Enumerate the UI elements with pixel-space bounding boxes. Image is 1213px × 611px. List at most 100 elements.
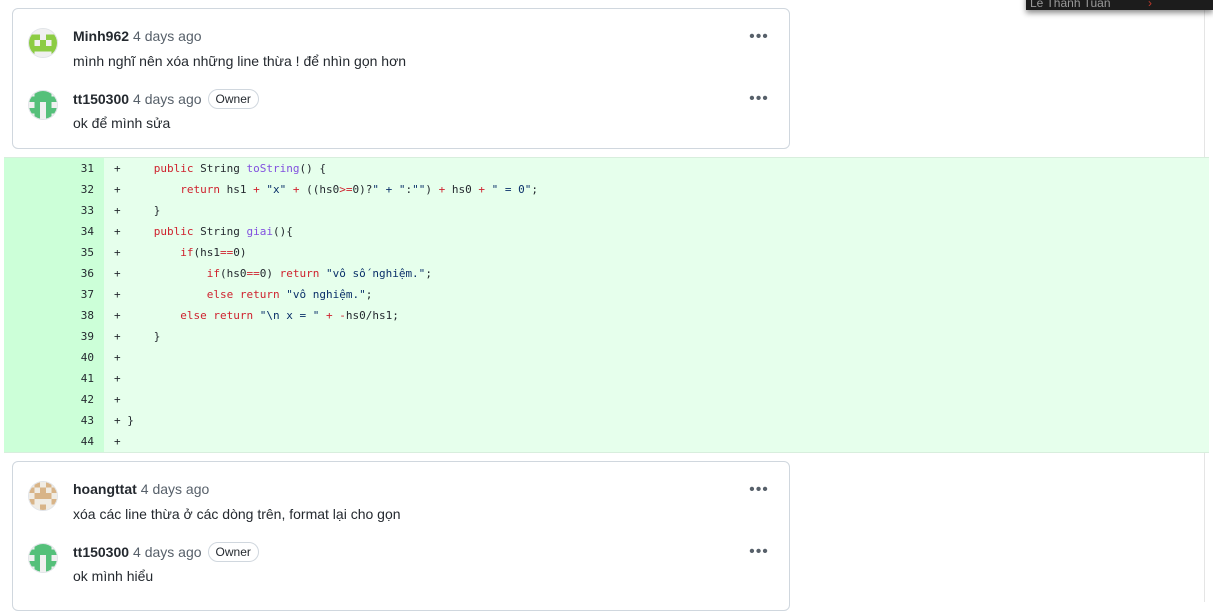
comment-timestamp-link[interactable]: 4 days ago <box>133 28 202 44</box>
line-number[interactable]: 35 <box>4 242 94 263</box>
comment-author-link[interactable]: tt150300 <box>73 544 129 560</box>
code-token: String <box>193 225 247 238</box>
line-number[interactable]: 36 <box>4 263 94 284</box>
tooltip-arrow-icon: › <box>1148 0 1152 10</box>
code-token: if <box>180 246 194 259</box>
comment-header: tt150300 4 days ago Owner <box>73 89 259 109</box>
code-token: + <box>114 288 207 301</box>
line-number[interactable]: 37 <box>4 284 94 305</box>
code-token: "x" <box>266 183 287 196</box>
code-token: "vô nghiệm." <box>286 288 366 301</box>
code-token: toString <box>246 162 300 175</box>
code-token: hs0 <box>445 183 479 196</box>
code-token: "\n x = " <box>259 309 320 322</box>
line-number[interactable]: 34 <box>4 221 94 242</box>
diff-line: 44 + <box>4 431 1209 452</box>
code-token: 0) <box>233 246 247 259</box>
comment-options-button[interactable]: ••• <box>749 91 769 109</box>
line-number[interactable]: 39 <box>4 326 94 347</box>
comment-body: ok để mình sửa <box>73 115 171 131</box>
code-token: + } <box>114 414 134 427</box>
review-comment: tt150300 4 days ago Owner ••• ok mình hiểu <box>13 540 789 600</box>
diff-added-lines: 31 + public String toString() { 32 + return… <box>4 157 1209 453</box>
line-number[interactable]: 41 <box>4 368 94 389</box>
comment-options-button[interactable]: ••• <box>749 482 769 500</box>
avatar[interactable] <box>28 28 58 58</box>
avatar[interactable] <box>28 481 58 511</box>
comment-author-link[interactable]: Minh962 <box>73 28 129 44</box>
comment-timestamp-link[interactable]: 4 days ago <box>133 544 202 560</box>
code-token: " = 0" <box>491 183 532 196</box>
code-line: + else return "\n x = " + -hs0/hs1; <box>114 305 399 326</box>
diff-line: 40 + <box>4 347 1209 368</box>
line-number[interactable]: 38 <box>4 305 94 326</box>
avatar[interactable] <box>28 90 58 120</box>
code-token: + <box>114 183 181 196</box>
line-number[interactable]: 32 <box>4 179 94 200</box>
code-token: hs0/hs1; <box>345 309 399 322</box>
comment-options-button[interactable]: ••• <box>749 544 769 562</box>
code-token: + <box>114 351 121 364</box>
diff-line: 33 + } <box>4 200 1209 221</box>
owner-badge: Owner <box>207 89 259 109</box>
comment-timestamp-link[interactable]: 4 days ago <box>133 91 202 107</box>
comment-body: xóa các line thừa ở các dòng trên, forma… <box>73 506 401 522</box>
code-token: + <box>114 393 121 406</box>
code-line: + public String toString() { <box>114 158 326 179</box>
diff-line: 37 + else return "vô nghiệm."; <box>4 284 1209 305</box>
code-token: + <box>325 309 333 322</box>
line-number[interactable]: 44 <box>4 431 94 452</box>
code-token: + <box>114 309 181 322</box>
code-line: + return hs1 + "x" + ((hs0>=0)?" + ":"")… <box>114 179 538 200</box>
code-token: (hs1 <box>193 246 220 259</box>
diff-line: 31 + public String toString() { <box>4 158 1209 179</box>
comment-timestamp-link[interactable]: 4 days ago <box>141 481 210 497</box>
code-token: (hs0 <box>219 267 247 280</box>
user-hovercard-tooltip: Lê Thanh Tuấn › <box>1026 0 1213 10</box>
code-token: ) <box>425 183 439 196</box>
code-token: - <box>339 309 346 322</box>
code-token: return <box>213 309 254 322</box>
owner-badge: Owner <box>207 542 259 562</box>
diff-line: 32 + return hs1 + "x" + ((hs0>=0)?" + ":"… <box>4 179 1209 200</box>
code-token: ; <box>365 288 373 301</box>
review-thread-bottom: hoangttat 4 days ago ••• xóa các line thừ… <box>12 461 790 611</box>
comment-author-link[interactable]: hoangttat <box>73 481 137 497</box>
code-token: () { <box>299 162 326 175</box>
code-line: + <box>114 347 121 368</box>
code-line: + } <box>114 410 134 431</box>
code-token: == <box>246 267 260 280</box>
line-number[interactable]: 42 <box>4 389 94 410</box>
comment-options-button[interactable]: ••• <box>749 29 769 47</box>
code-line: + if(hs0==0) return "vô số nghiệm."; <box>114 263 432 284</box>
code-token: + <box>114 246 181 259</box>
code-token: public <box>153 162 194 175</box>
code-line: + <box>114 368 121 389</box>
comment-body: mình nghĩ nên xóa những line thừa ! để n… <box>73 53 407 69</box>
code-token: "" <box>412 183 426 196</box>
code-token: return <box>180 183 220 196</box>
code-token: == <box>219 246 234 259</box>
code-token: return <box>239 288 280 301</box>
identicon-icon <box>29 29 57 57</box>
diff-line: 39 + } <box>4 326 1209 347</box>
avatar[interactable] <box>28 543 58 573</box>
comment-author-link[interactable]: tt150300 <box>73 91 129 107</box>
comment-header: hoangttat 4 days ago <box>73 480 209 498</box>
line-number[interactable]: 40 <box>4 347 94 368</box>
code-token: ((hs0 <box>299 183 340 196</box>
review-comment: tt150300 4 days ago Owner ••• ok để mình s… <box>13 87 789 147</box>
comment-header: Minh962 4 days ago <box>73 27 202 45</box>
review-comment: Minh962 4 days ago ••• mình nghĩ nên xóa … <box>13 25 789 85</box>
review-thread-top: Minh962 4 days ago ••• mình nghĩ nên xóa … <box>12 8 790 149</box>
line-number[interactable]: 33 <box>4 200 94 221</box>
line-number[interactable]: 31 <box>4 158 94 179</box>
code-line: + else return "vô nghiệm."; <box>114 284 372 305</box>
diff-line: 35 + if(hs1==0) <box>4 242 1209 263</box>
line-number[interactable]: 43 <box>4 410 94 431</box>
code-token: + <box>114 162 154 175</box>
